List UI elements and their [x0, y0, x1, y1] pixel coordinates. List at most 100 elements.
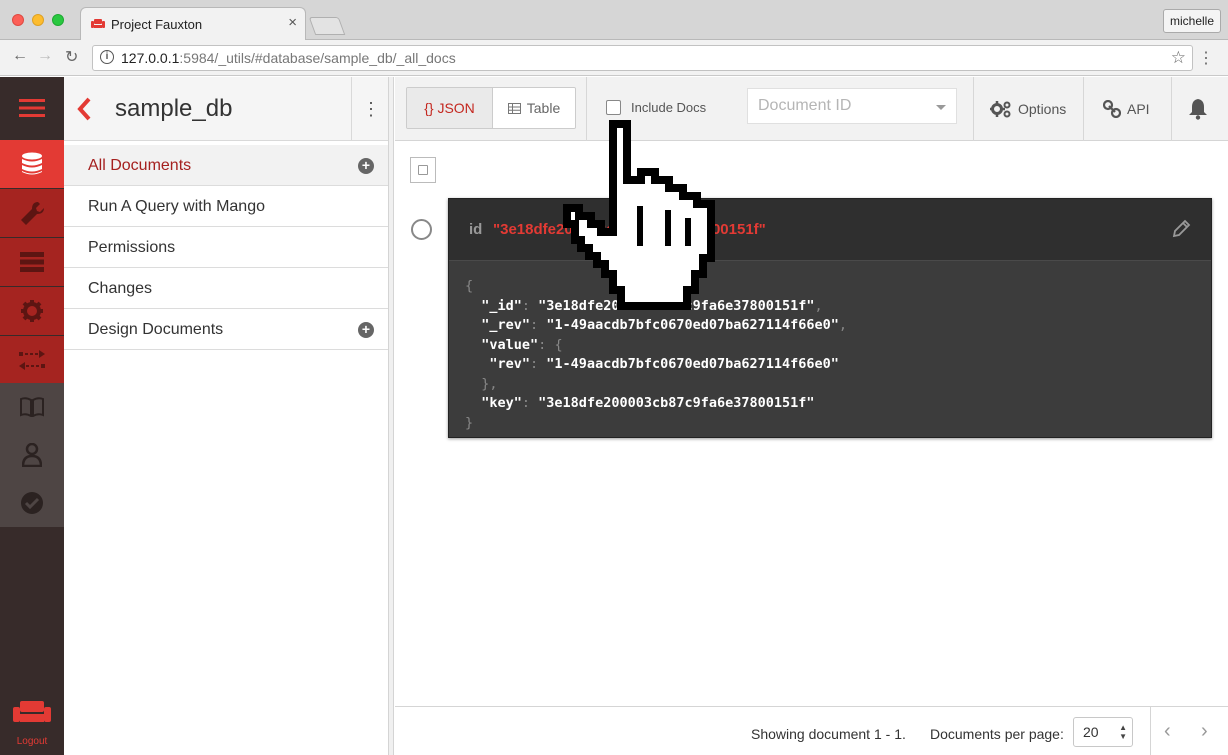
- nav-databases[interactable]: [0, 140, 64, 188]
- menu-toggle-button[interactable]: [0, 77, 64, 138]
- toolbar-divider: [1083, 77, 1084, 141]
- include-docs-toggle[interactable]: Include Docs: [606, 100, 706, 115]
- per-page-select[interactable]: 20 ▲ ▼: [1073, 717, 1133, 747]
- browser-nav-bar: ← → ↻ i 127.0.0.1:5984/_utils/#database/…: [0, 40, 1228, 76]
- pagination-footer: Showing document 1 - 1. Documents per pa…: [395, 706, 1228, 755]
- include-docs-checkbox[interactable]: [606, 100, 621, 115]
- table-view-label: Table: [526, 100, 561, 116]
- document-id-placeholder: Document ID: [758, 97, 852, 114]
- document-select-radio[interactable]: [411, 219, 432, 240]
- hamburger-icon: [19, 98, 45, 117]
- logout-link[interactable]: Logout: [0, 736, 64, 747]
- nav-replication[interactable]: [0, 336, 64, 384]
- json-key: "value": [481, 336, 539, 353]
- previous-page-icon[interactable]: ‹: [1164, 720, 1171, 743]
- wrench-icon: [21, 202, 44, 225]
- json-value: "1-49aacdb7bfc0670ed07ba627114f66e0": [546, 356, 839, 372]
- bookmark-star-icon[interactable]: ☆: [1171, 48, 1186, 68]
- tab-close-icon[interactable]: ×: [288, 14, 297, 31]
- json-brace: }: [465, 414, 474, 431]
- add-document-icon[interactable]: +: [358, 158, 374, 174]
- nav-verify[interactable]: [0, 479, 64, 527]
- url-text: 127.0.0.1:5984/_utils/#database/sample_d…: [121, 50, 456, 66]
- profile-button[interactable]: michelle: [1162, 9, 1221, 33]
- address-bar[interactable]: i 127.0.0.1:5984/_utils/#database/sample…: [92, 45, 1193, 71]
- footer-divider: [1150, 707, 1151, 755]
- nav-config[interactable]: [0, 287, 64, 335]
- bell-icon: [1189, 99, 1207, 120]
- sidenav-item-changes[interactable]: Changes: [64, 268, 388, 309]
- add-design-document-icon[interactable]: +: [358, 322, 374, 338]
- reload-icon[interactable]: ↻: [65, 47, 78, 67]
- per-page-value: 20: [1083, 724, 1099, 740]
- vertical-dots-icon: ⋮: [362, 98, 380, 119]
- sidebar-divider[interactable]: [388, 77, 394, 755]
- pencil-edit-icon[interactable]: [1171, 219, 1191, 239]
- api-label: API: [1127, 101, 1150, 117]
- json-key: "_rev": [481, 317, 531, 333]
- table-grid-icon: [507, 102, 521, 114]
- logout-area[interactable]: Logout: [0, 699, 64, 747]
- database-title: sample_db: [115, 95, 233, 122]
- sidenav-item-label: Permissions: [88, 239, 176, 256]
- include-docs-label: Include Docs: [631, 100, 707, 115]
- sidenav-item-all-documents[interactable]: All Documents +: [64, 145, 388, 186]
- chevron-left-icon[interactable]: [74, 95, 96, 123]
- json-key: "rev": [489, 356, 531, 372]
- sidenav-item-label: Changes: [88, 280, 153, 297]
- url-path: :5984/_utils/#database/sample_db/_all_do…: [179, 50, 456, 66]
- gears-icon: [990, 101, 1011, 118]
- toolbar-divider: [973, 77, 974, 141]
- gear-icon: [21, 300, 43, 322]
- minimize-window-button[interactable]: [32, 14, 44, 26]
- maximize-window-button[interactable]: [52, 14, 64, 26]
- couch-favicon-icon: [91, 19, 105, 28]
- document-id-select[interactable]: Document ID: [747, 88, 957, 124]
- browser-tab[interactable]: Project Fauxton ×: [80, 7, 306, 41]
- main-icon-sidebar: Logout: [0, 77, 64, 755]
- view-toggle: {} JSON Table: [406, 87, 576, 129]
- sidenav-item-permissions[interactable]: Permissions: [64, 227, 388, 268]
- close-window-button[interactable]: [12, 14, 24, 26]
- forward-arrow-icon[interactable]: →: [37, 47, 53, 65]
- back-arrow-icon[interactable]: ←: [12, 47, 28, 65]
- next-page-icon[interactable]: ›: [1201, 720, 1208, 743]
- json-brace: },: [481, 375, 498, 392]
- options-button[interactable]: Options: [990, 77, 1066, 141]
- hand-pointer-cursor-icon: [563, 120, 715, 310]
- documents-content: id "3e18dfe200003cb87c9fa6e37800151f" { …: [395, 142, 1228, 705]
- couchdb-logo-icon: [13, 701, 51, 722]
- showing-count: Showing document 1 - 1.: [751, 726, 906, 742]
- nav-user[interactable]: [0, 431, 64, 479]
- new-tab-button[interactable]: [308, 17, 346, 35]
- browser-tab-bar: Project Fauxton × michelle: [0, 0, 1228, 41]
- json-value: "1-49aacdb7bfc0670ed07ba627114f66e0": [546, 317, 839, 333]
- select-arrows-icon: ▲ ▼: [1119, 723, 1127, 741]
- database-header: sample_db ⋮: [64, 77, 394, 141]
- browser-menu-icon[interactable]: ⋮: [1198, 48, 1214, 68]
- json-key: "_id": [481, 297, 522, 314]
- database-options-button[interactable]: ⋮: [351, 77, 390, 141]
- json-view-button[interactable]: {} JSON: [407, 88, 493, 128]
- sidenav-item-label: Run A Query with Mango: [88, 198, 265, 215]
- tab-title: Project Fauxton: [111, 17, 203, 32]
- server-list-icon: [20, 252, 44, 272]
- json-key: "key": [481, 395, 522, 411]
- json-value: "3e18dfe200003cb87c9fa6e37800151f": [538, 395, 815, 411]
- checkmark-icon: [21, 492, 43, 514]
- nav-documentation[interactable]: [0, 383, 64, 431]
- sidenav-item-mango-query[interactable]: Run A Query with Mango: [64, 186, 388, 227]
- api-button[interactable]: API: [1103, 77, 1150, 141]
- nav-setup[interactable]: [0, 189, 64, 237]
- sidenav-item-label: Design Documents: [88, 321, 224, 338]
- info-icon[interactable]: i: [100, 50, 114, 64]
- sidenav-item-design-documents[interactable]: Design Documents +: [64, 309, 388, 350]
- user-icon: [22, 443, 42, 467]
- notifications-button[interactable]: [1187, 77, 1209, 141]
- link-icon: [1103, 100, 1121, 118]
- nav-active-tasks[interactable]: [0, 238, 64, 286]
- toolbar-divider: [1171, 77, 1172, 141]
- per-page-label: Documents per page:: [930, 726, 1064, 742]
- book-icon: [20, 397, 44, 417]
- select-all-checkbox[interactable]: [410, 157, 436, 183]
